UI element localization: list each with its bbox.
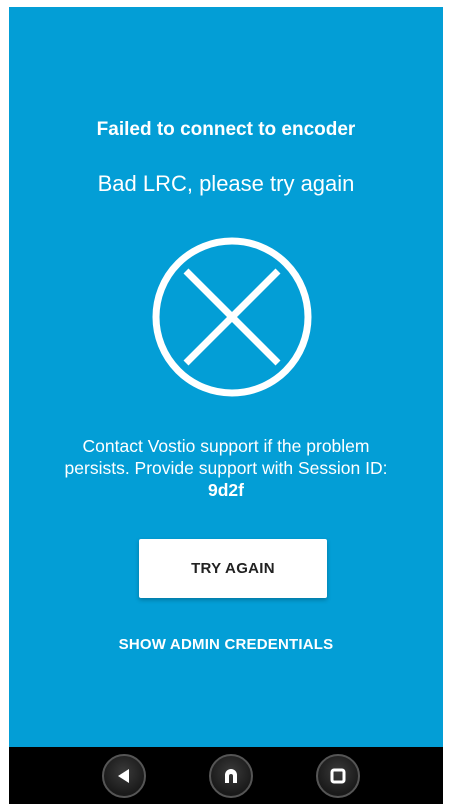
error-title: Failed to connect to encoder — [96, 119, 356, 140]
session-id: 9d2f — [208, 480, 244, 500]
home-button[interactable] — [209, 754, 253, 798]
recents-icon — [328, 766, 348, 786]
back-button[interactable] — [102, 754, 146, 798]
try-again-button[interactable]: TRY AGAIN — [139, 539, 327, 598]
error-screen: Failed to connect to encoder Bad LRC, pl… — [9, 7, 443, 747]
support-message-text: Contact Vostio support if the problem pe… — [64, 436, 388, 478]
system-navigation-bar — [9, 747, 443, 804]
error-subtitle: Bad LRC, please try again — [97, 171, 355, 196]
close-circle-icon — [152, 237, 312, 397]
show-admin-credentials-button[interactable]: SHOW ADMIN CREDENTIALS — [9, 636, 443, 653]
back-icon — [114, 766, 134, 786]
device-frame: Failed to connect to encoder Bad LRC, pl… — [9, 7, 443, 804]
home-icon — [221, 766, 241, 786]
recents-button[interactable] — [316, 754, 360, 798]
support-message: Contact Vostio support if the problem pe… — [49, 435, 403, 501]
